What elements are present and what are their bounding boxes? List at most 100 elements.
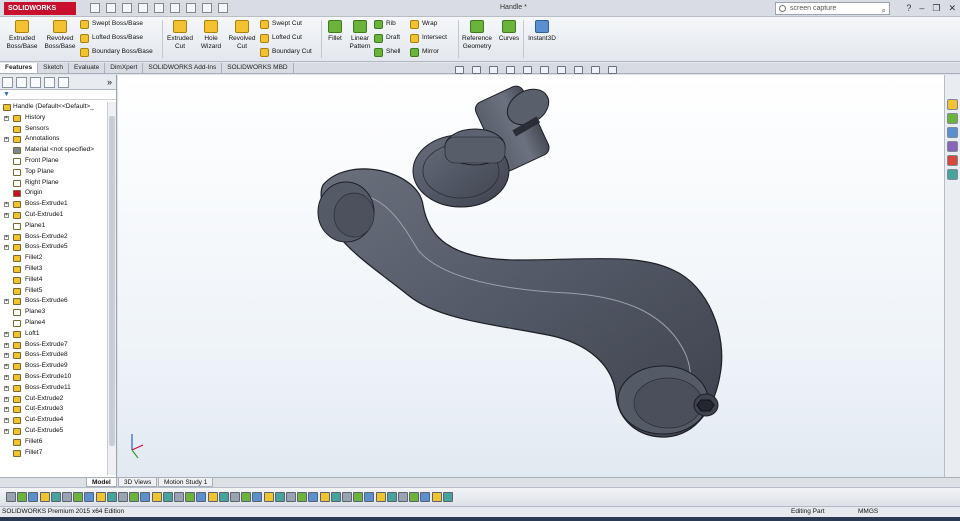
feature-manager-tab-icon[interactable]: [2, 76, 13, 88]
tree-item[interactable]: + Boss-Extrude6: [0, 296, 106, 307]
hole-wizard-button[interactable]: Hole Wizard: [196, 20, 226, 50]
section-view-icon[interactable]: [506, 66, 515, 74]
tree-item[interactable]: + History: [0, 113, 106, 124]
sketch-tool-icon[interactable]: [174, 492, 184, 502]
sketch-tool-icon[interactable]: [297, 492, 308, 502]
minimize-icon[interactable]: –: [919, 3, 924, 14]
resources-icon[interactable]: [947, 99, 958, 110]
sketch-tool-icon[interactable]: [319, 492, 330, 502]
sketch-tool-icon[interactable]: [118, 492, 128, 502]
sketch-tool-icon[interactable]: [241, 492, 252, 502]
search-icon[interactable]: ⌕: [882, 5, 886, 16]
appearances-icon[interactable]: [947, 155, 958, 166]
sketch-tool-icon[interactable]: [106, 492, 117, 502]
tree-item[interactable]: + Annotations: [0, 134, 106, 145]
design-library-icon[interactable]: [947, 113, 958, 124]
extruded-boss-button[interactable]: Extruded Boss/Base: [4, 20, 40, 50]
sketch-tool-icon[interactable]: [274, 492, 285, 502]
expand-icon[interactable]: +: [4, 342, 9, 348]
tab-features[interactable]: Features: [0, 63, 39, 73]
sketch-tool-icon[interactable]: [140, 492, 151, 502]
intersect-button[interactable]: Intersect: [410, 33, 447, 43]
select-icon[interactable]: [170, 3, 180, 13]
search-input[interactable]: screen capture ⌕: [775, 2, 890, 15]
instant3d-button[interactable]: Instant3D: [525, 20, 559, 43]
expand-icon[interactable]: +: [4, 245, 9, 251]
expand-icon[interactable]: +: [4, 115, 9, 121]
new-icon[interactable]: [90, 3, 100, 13]
sketch-tool-icon[interactable]: [218, 492, 229, 502]
custom-properties-icon[interactable]: [947, 169, 958, 180]
tree-item[interactable]: + Boss-Extrude5: [0, 242, 106, 253]
sketch-tool-icon[interactable]: [442, 492, 453, 502]
mirror-button[interactable]: Mirror: [410, 47, 439, 57]
expand-icon[interactable]: +: [4, 234, 9, 240]
file-properties-icon[interactable]: [202, 3, 212, 13]
boundary-boss-button[interactable]: Boundary Boss/Base: [80, 47, 153, 57]
close-icon[interactable]: ✕: [948, 3, 956, 14]
tree-item[interactable]: Fillet6: [0, 437, 106, 448]
expand-icon[interactable]: +: [4, 407, 9, 413]
extruded-cut-button[interactable]: Extruded Cut: [164, 20, 196, 50]
expand-icon[interactable]: +: [4, 137, 9, 143]
tree-filter[interactable]: ▼: [0, 90, 116, 100]
hide-show-items-icon[interactable]: [557, 66, 566, 74]
save-icon[interactable]: [122, 3, 132, 13]
sketch-tool-icon[interactable]: [39, 492, 50, 502]
tree-item[interactable]: + Boss-Extrude7: [0, 340, 106, 351]
display-style-icon[interactable]: [540, 66, 549, 74]
tree-item[interactable]: + Boss-Extrude9: [0, 361, 106, 372]
view-settings-icon[interactable]: [608, 66, 617, 74]
revolved-boss-button[interactable]: Revolved Boss/Base: [42, 20, 78, 50]
tree-item[interactable]: Material <not specified>: [0, 145, 106, 156]
tree-item[interactable]: Fillet4: [0, 275, 106, 286]
tree-item[interactable]: + Cut-Extrude4: [0, 415, 106, 426]
configuration-manager-tab-icon[interactable]: [30, 76, 41, 88]
sketch-tool-icon[interactable]: [420, 492, 431, 502]
sketch-tool-icon[interactable]: [62, 492, 72, 502]
sketch-tool-icon[interactable]: [330, 492, 341, 502]
previous-view-icon[interactable]: [489, 66, 498, 74]
sketch-tool-icon[interactable]: [6, 492, 16, 502]
edit-appearance-icon[interactable]: [574, 66, 583, 74]
expand-icon[interactable]: +: [4, 299, 9, 305]
tree-item[interactable]: + Boss-Extrude11: [0, 383, 106, 394]
sketch-tool-icon[interactable]: [398, 492, 408, 502]
tab-addins[interactable]: SOLIDWORKS Add-Ins: [143, 63, 223, 73]
property-manager-tab-icon[interactable]: [16, 76, 27, 88]
expand-icon[interactable]: +: [4, 374, 9, 380]
restore-icon[interactable]: ❐: [932, 3, 940, 14]
view-orientation-icon[interactable]: [523, 66, 532, 74]
tab-evaluate[interactable]: Evaluate: [69, 63, 106, 73]
tree-item[interactable]: Top Plane: [0, 167, 106, 178]
sketch-tool-icon[interactable]: [431, 492, 442, 502]
tree-item[interactable]: Handle (Default<<Default>_: [0, 102, 106, 113]
tree-item[interactable]: + Cut-Extrude2: [0, 394, 106, 405]
lofted-cut-button[interactable]: Lofted Cut: [260, 33, 302, 43]
expand-icon[interactable]: +: [4, 353, 9, 359]
print-icon[interactable]: [138, 3, 148, 13]
expand-icon[interactable]: +: [4, 418, 9, 424]
shell-button[interactable]: Shell: [374, 47, 400, 57]
zoom-to-area-icon[interactable]: [472, 66, 481, 74]
dimxpert-manager-tab-icon[interactable]: [44, 76, 55, 88]
sketch-tool-icon[interactable]: [17, 492, 28, 502]
options-icon[interactable]: [218, 3, 228, 13]
draft-button[interactable]: Draft: [374, 33, 400, 43]
open-icon[interactable]: [106, 3, 116, 13]
revolved-cut-button[interactable]: Revolved Cut: [226, 20, 258, 50]
sketch-tool-icon[interactable]: [286, 492, 296, 502]
expand-icon[interactable]: +: [4, 396, 9, 402]
tree-item[interactable]: + Boss-Extrude8: [0, 350, 106, 361]
tree-item[interactable]: + Boss-Extrude1: [0, 199, 106, 210]
tab-model[interactable]: Model: [86, 478, 117, 487]
sketch-tool-icon[interactable]: [73, 492, 84, 502]
tree-item[interactable]: Plane4: [0, 318, 106, 329]
curves-button[interactable]: Curves: [496, 20, 522, 43]
sketch-tool-icon[interactable]: [409, 492, 420, 502]
sketch-tool-icon[interactable]: [342, 492, 352, 502]
sketch-tool-icon[interactable]: [230, 492, 240, 502]
tree-item[interactable]: Fillet2: [0, 253, 106, 264]
tab-3d-views[interactable]: 3D Views: [118, 478, 158, 487]
wrap-button[interactable]: Wrap: [410, 19, 437, 29]
